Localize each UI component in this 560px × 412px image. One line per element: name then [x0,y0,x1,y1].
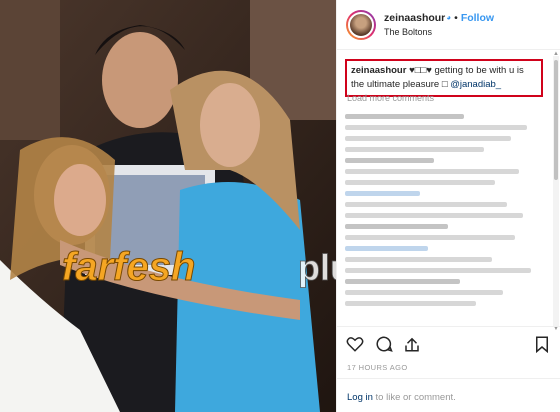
watermark-suffix: plus.com [298,247,336,288]
comment-line [345,235,516,240]
comment-line [345,136,512,141]
comment-line [345,180,496,185]
scroll-up-icon[interactable]: ▲ [553,51,559,57]
username-link[interactable]: zeinaashour [384,12,445,24]
heart-icon[interactable] [346,335,364,353]
action-bar [337,326,560,357]
verified-badge-icon: ◕ [446,12,452,22]
caption-mention[interactable]: @janadiab_ [450,79,501,90]
share-icon[interactable] [403,335,421,353]
login-link[interactable]: Log in [347,392,373,403]
caption: zeinaashour ♥□□♥ getting to be with u is… [345,59,543,97]
separator-dot: • [454,11,458,24]
post-header: zeinaashour◕ • Follow The Boltons [337,0,560,50]
comment-line [345,125,528,130]
comment-line [345,257,492,262]
comment-line [345,246,429,251]
comment-line [345,301,476,306]
comment-line [345,213,524,218]
comment-line [345,290,504,295]
comment-icon[interactable] [375,335,393,353]
post-side-panel: zeinaashour◕ • Follow The Boltons zeinaash… [336,0,560,412]
comment-line [345,279,460,284]
comments-scrollbar[interactable]: ▲ ▼ [553,51,559,332]
load-more-comments-button[interactable]: Load more comments [347,93,434,103]
comment-line [345,158,435,163]
post-timestamp[interactable]: 17 HOURS AGO [347,363,408,372]
comment-line [345,224,448,229]
follow-button[interactable]: Follow [461,12,494,24]
location-link[interactable]: The Boltons [384,25,494,39]
blurred-comments [345,108,543,320]
watermark-main: farfesh [62,245,195,289]
story-ring[interactable] [346,9,376,40]
post-photo[interactable]: farfesh plus.com [0,0,336,412]
caption-username[interactable]: zeinaashour [351,65,406,76]
comment-line [345,191,421,196]
photo-illustration [0,0,336,412]
comment-line [345,169,520,174]
comment-line [345,147,484,152]
comment-line [345,202,508,207]
farfesh-watermark: farfesh plus.com [62,245,337,290]
bookmark-icon[interactable] [533,335,551,353]
avatar[interactable] [348,11,374,38]
scrollbar-thumb[interactable] [554,60,558,180]
login-prompt: Log in to like or comment. [337,378,560,403]
comment-line [345,114,464,119]
comment-line [345,268,532,273]
login-prompt-text: to like or comment. [372,392,456,403]
